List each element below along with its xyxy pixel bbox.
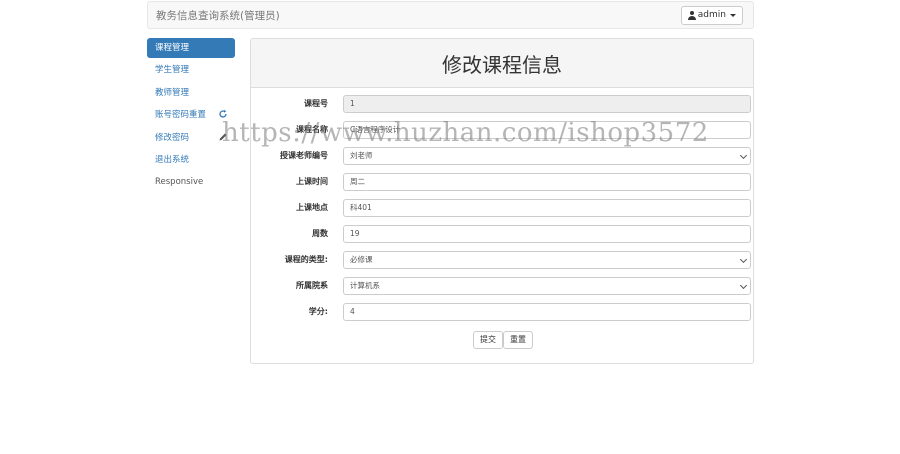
refresh-icon (219, 109, 227, 118)
form-row-dept: 所属院系 计算机系 (251, 277, 753, 295)
time-input[interactable]: 周二 (343, 173, 751, 191)
chevron-down-icon (739, 151, 748, 160)
edit-course-panel: 修改课程信息 课程号 1 课程名称 C语言程序设计 授课老师编号 刘老师 上课时… (250, 38, 754, 364)
form-row-teacher: 授课老师编号 刘老师 (251, 147, 753, 165)
user-menu-button[interactable]: admin (680, 6, 743, 25)
top-navbar: 教务信息查询系统(管理员) admin (147, 1, 754, 29)
sidebar-item-logout[interactable]: 退出系统 (147, 150, 235, 170)
weeks-input[interactable]: 19 (343, 225, 751, 243)
sidebar-item-label: 账号密码重置 (155, 110, 207, 121)
user-icon (687, 11, 696, 20)
course-name-input[interactable]: C语言程序设计 (343, 121, 751, 139)
sidebar-item-responsive[interactable]: Responsive (147, 172, 235, 192)
form-row-time: 上课时间 周二 (251, 173, 753, 191)
sidebar-item-reset-password[interactable]: 账号密码重置 (147, 105, 235, 125)
credit-input[interactable]: 4 (343, 303, 751, 321)
form-row-type: 课程的类型: 必修课 (251, 251, 753, 269)
sidebar-item-label: 课程管理 (155, 43, 190, 53)
pencil-icon (219, 133, 227, 141)
user-name: admin (697, 10, 726, 20)
page-title: 修改课程信息 (442, 52, 562, 77)
form-row-course-name: 课程名称 C语言程序设计 (251, 121, 753, 139)
form-row-course-id: 课程号 1 (251, 95, 753, 113)
sidebar-item-label: 退出系统 (155, 154, 190, 165)
teacher-select-value: 刘老师 (350, 151, 373, 160)
chevron-down-icon (739, 281, 748, 290)
panel-heading: 修改课程信息 (251, 39, 753, 88)
sidebar-item-label: 学生管理 (155, 65, 190, 76)
submit-button[interactable]: 提交 (473, 331, 503, 349)
type-select-value: 必修课 (350, 255, 373, 264)
teacher-label: 授课老师编号 (280, 151, 328, 160)
sidebar-item-student[interactable]: 学生管理 (147, 60, 235, 80)
place-input[interactable]: 科401 (343, 199, 751, 217)
weeks-label: 周数 (312, 229, 328, 238)
form-row-place: 上课地点 科401 (251, 199, 753, 217)
form-row-weeks: 周数 19 (251, 225, 753, 243)
dept-label: 所属院系 (296, 281, 328, 290)
sidebar-item-teacher[interactable]: 教师管理 (147, 83, 235, 103)
sidebar-item-label: 修改密码 (155, 132, 190, 143)
sidebar-item-label: 教师管理 (155, 87, 190, 98)
teacher-select[interactable]: 刘老师 (343, 147, 751, 165)
dept-select[interactable]: 计算机系 (343, 277, 751, 295)
dept-select-value: 计算机系 (350, 281, 380, 290)
course-id-label: 课程号 (304, 99, 328, 108)
type-select[interactable]: 必修课 (343, 251, 751, 269)
credit-label: 学分: (308, 307, 328, 316)
sidebar-item-course[interactable]: 课程管理 (147, 38, 235, 58)
type-label: 课程的类型: (284, 255, 328, 264)
sidebar: 课程管理 学生管理 教师管理 账号密码重置 修改密码 退出系统 Responsi… (147, 38, 235, 195)
reset-button[interactable]: 重置 (503, 331, 533, 349)
caret-down-icon (730, 14, 736, 17)
sidebar-item-label: Responsive (155, 177, 204, 188)
sidebar-item-change-password[interactable]: 修改密码 (147, 128, 235, 148)
form-row-credit: 学分: 4 (251, 303, 753, 321)
course-id-input[interactable]: 1 (343, 95, 751, 113)
course-name-label: 课程名称 (296, 125, 328, 134)
time-label: 上课时间 (296, 177, 328, 186)
app-brand[interactable]: 教务信息查询系统(管理员) (156, 8, 280, 23)
place-label: 上课地点 (296, 203, 328, 212)
chevron-down-icon (739, 255, 748, 264)
